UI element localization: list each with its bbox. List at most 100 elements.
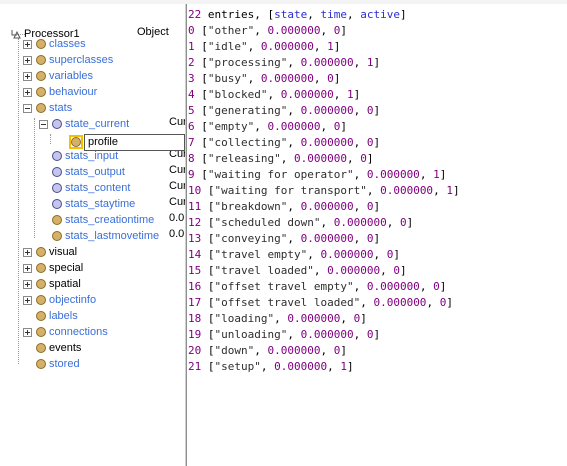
tree-item-behaviour[interactable]: behaviour [23,84,97,100]
node-icon [36,311,46,321]
tree-item-special[interactable]: special [23,260,83,276]
output-panel: 22 entries, [state, time, active] 0 ["ot… [187,4,567,466]
tree-item-label: state_current [65,118,130,130]
tree-item-stats[interactable]: stats [23,100,72,116]
node-icon [36,87,46,97]
tree-guide-line [50,134,51,144]
output-line: 13 ["conveying", 0.000000, 0] [188,232,381,245]
output-line: 3 ["busy", 0.000000, 0] [188,72,341,85]
node-icon [36,327,46,337]
tree-item-labels[interactable]: labels [23,308,78,324]
node-icon [36,247,46,257]
tree-item-value: 0.0 [169,228,185,240]
tree-item-superclasses[interactable]: superclasses [23,52,113,68]
output-line: 6 ["empty", 0.000000, 0] [188,120,347,133]
output-line: 11 ["breakdown", 0.000000, 0] [188,200,381,213]
tree-item-label: stats_content [65,182,131,194]
output-line: 0 ["other", 0.000000, 0] [188,24,347,37]
tree-item-value: Cur [169,116,185,128]
output-line: 17 ["offset travel loaded", 0.000000, 0] [188,296,453,309]
tree-item-value: Cur [169,164,185,176]
output-line: 20 ["down", 0.000000, 0] [188,344,347,357]
tree-item-label: superclasses [49,54,114,66]
root-connector-icon [10,27,24,41]
output-header: 22 entries, [state, time, active] [188,8,407,21]
expand-icon[interactable] [23,247,32,257]
node-icon [36,359,46,369]
tree-item-label: stats_lastmovetime [65,230,160,242]
tree-guide-line [18,38,19,364]
node-icon [52,231,62,241]
node-icon [36,71,46,81]
output-line: 7 ["collecting", 0.000000, 0] [188,136,381,149]
node-icon [36,103,46,113]
tree-item-stats-output[interactable]: stats_output [39,164,125,180]
node-icon [36,263,46,273]
output-line: 12 ["scheduled down", 0.000000, 0] [188,216,414,229]
tree-item-events[interactable]: events [23,340,81,356]
node-icon [52,199,62,209]
tree-item-label: events [49,342,82,354]
tree-item-stats-staytime[interactable]: stats_staytime [39,196,135,212]
output-line: 1 ["idle", 0.000000, 1] [188,40,341,53]
node-icon [36,39,46,49]
collapse-icon[interactable] [39,119,48,129]
tree-item-classes[interactable]: classes [23,36,86,52]
expand-icon[interactable] [23,279,32,289]
tree-item-visual[interactable]: visual [23,244,77,260]
expand-icon[interactable] [23,295,32,305]
tree-guide-line [34,118,35,238]
tree-item-label: stored [49,358,80,370]
node-icon [52,151,62,161]
expand-icon[interactable] [23,71,32,81]
expand-icon[interactable] [23,39,32,49]
expand-icon[interactable] [23,55,32,65]
node-icon [52,167,62,177]
tree-item-label: connections [49,326,108,338]
tree-item-state-current[interactable]: state_current [39,116,129,132]
output-line: 21 ["setup", 0.000000, 1] [188,360,354,373]
tree-item-label: stats [49,102,73,114]
output-line: 16 ["offset travel empty", 0.000000, 0] [188,280,447,293]
tree-item-label: objectinfo [49,294,97,306]
node-icon [36,55,46,65]
tree-item-label: stats_input [65,150,119,162]
tree-item-label: visual [49,246,78,258]
output-line: 14 ["travel empty", 0.000000, 0] [188,248,400,261]
tree-item-value: 0.0 [169,212,185,224]
tree-item-label: behaviour [49,86,98,98]
root-value: Object [137,26,169,38]
expand-icon[interactable] [23,87,32,97]
expand-icon[interactable] [23,263,32,273]
tree-item-label: labels [49,310,78,322]
output-line: 15 ["travel loaded", 0.000000, 0] [188,264,407,277]
collapse-icon[interactable] [23,103,32,113]
output-line: 9 ["waiting for operator", 0.000000, 1] [188,168,447,181]
tree-item-objectinfo[interactable]: objectinfo [23,292,96,308]
tree-item-stats-lastmovetime[interactable]: stats_lastmovetime [39,228,159,244]
tree-item-label: special [49,262,84,274]
tree-panel[interactable]: Processor1 Object classes superclasses var… [0,4,185,466]
output-line: 5 ["generating", 0.000000, 0] [188,104,381,117]
node-icon [36,343,46,353]
output-line: 2 ["processing", 0.000000, 1] [188,56,381,69]
tree-item-variables[interactable]: variables [23,68,93,84]
output-line: 10 ["waiting for transport", 0.000000, 1… [188,184,460,197]
node-icon [52,183,62,193]
tree-item-connections[interactable]: connections [23,324,108,340]
rename-input[interactable]: profile [84,134,185,151]
node-icon [36,279,46,289]
tree-item-label: classes [49,38,86,50]
output-line: 8 ["releasing", 0.000000, 0] [188,152,374,165]
selected-node-icon [69,135,83,149]
tree-item-stored[interactable]: stored [23,356,80,372]
tree-item-label: variables [49,70,94,82]
tree-item-stats-creationtime[interactable]: stats_creationtime [39,212,154,228]
tree-item-stats-content[interactable]: stats_content [39,180,130,196]
tree-item-label: stats_creationtime [65,214,155,226]
tree-item-value: Cur [169,180,185,192]
tree-item-spatial[interactable]: spatial [23,276,81,292]
expand-icon[interactable] [23,327,32,337]
output-line: 4 ["blocked", 0.000000, 1] [188,88,361,101]
tree-item-label: spatial [49,278,81,290]
